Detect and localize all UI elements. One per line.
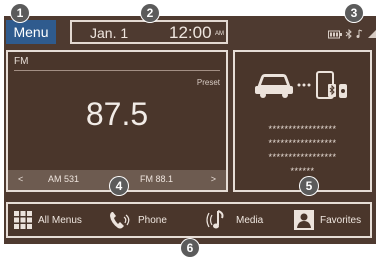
favorites-button[interactable]: Favorites <box>294 204 361 236</box>
prev-station[interactable]: AM 531 <box>48 174 79 184</box>
date-time-bar: Jan. 1 12:00 AM <box>70 20 228 44</box>
music-icon <box>356 29 363 38</box>
callout-6: 6 <box>181 239 199 257</box>
callout-5: 5 <box>300 177 318 195</box>
phone-connection-widget[interactable]: ***************** ***************** ****… <box>233 50 372 192</box>
favorites-label: Favorites <box>320 214 362 226</box>
favorites-icon <box>294 210 314 230</box>
phone-icon <box>110 212 130 229</box>
media-icon <box>206 210 224 229</box>
radio-widget[interactable]: FM Preset 87.5 < AM 531 FM 88.1 > <box>6 50 228 192</box>
phone-line-3: ***************** <box>268 152 337 162</box>
battery-icon <box>328 30 342 38</box>
menu-button[interactable]: Menu <box>6 20 56 44</box>
callout-3: 3 <box>345 4 363 22</box>
phone-button[interactable]: Phone <box>108 204 167 236</box>
bluetooth-icon <box>345 29 352 39</box>
phone-line-1: ***************** <box>268 124 337 134</box>
phone-label: Phone <box>138 214 167 226</box>
callout-2: 2 <box>141 4 159 22</box>
car-phone-icon <box>255 71 347 99</box>
phone-line-2: ***************** <box>268 138 337 148</box>
signal-icon <box>368 30 376 38</box>
grid-icon <box>14 211 32 229</box>
all-menus-label: All Menus <box>38 214 82 226</box>
status-icons <box>328 29 377 39</box>
ampm-label: AM <box>215 31 224 37</box>
date-label: Jan. 1 <box>90 25 129 41</box>
callout-1: 1 <box>11 4 29 22</box>
next-arrow[interactable]: > <box>211 174 216 184</box>
callout-4: 4 <box>110 177 128 195</box>
phone-line-4: ****** <box>290 166 315 176</box>
divider <box>14 70 220 71</box>
media-label: Media <box>236 214 264 226</box>
time-label: 12:00 <box>169 23 212 42</box>
preset-label[interactable]: Preset <box>197 78 220 87</box>
next-station[interactable]: FM 88.1 <box>140 174 173 184</box>
frequency-display: 87.5 <box>85 96 149 132</box>
bottom-dock: All Menus Phone Media Favorites <box>6 202 372 238</box>
all-menus-button[interactable]: All Menus <box>14 204 82 236</box>
prev-arrow[interactable]: < <box>18 174 23 184</box>
band-label: FM <box>14 56 29 67</box>
media-button[interactable]: Media <box>204 204 263 236</box>
